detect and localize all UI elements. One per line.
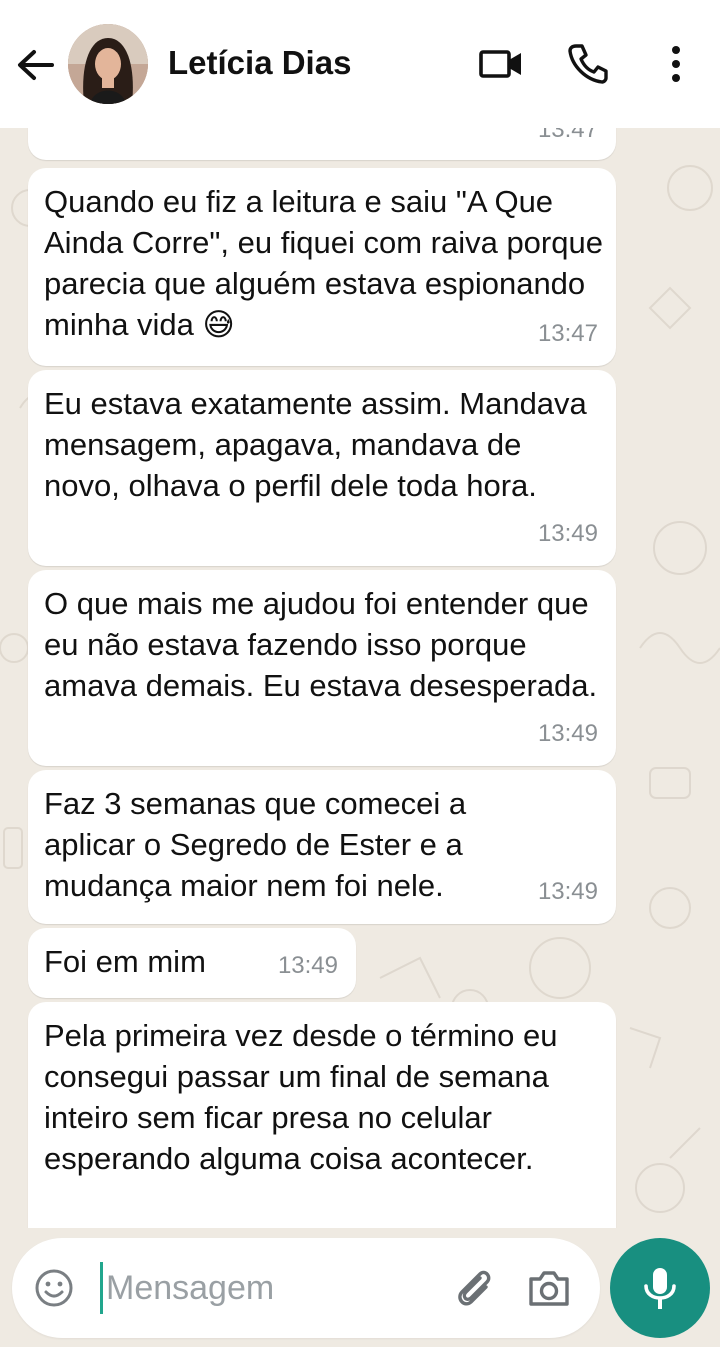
- avatar[interactable]: [68, 24, 148, 104]
- message-time: 13:49: [537, 878, 598, 905]
- message-time: 13:49: [537, 720, 598, 747]
- text-cursor: [100, 1262, 103, 1314]
- voice-call-icon[interactable]: [566, 42, 610, 86]
- message-text: O que mais me ajudou foi entender que eu…: [44, 586, 598, 703]
- microphone-button[interactable]: [610, 1238, 710, 1338]
- video-call-icon[interactable]: [478, 44, 524, 84]
- message-bubble[interactable]: 13:47: [28, 128, 616, 160]
- back-arrow-icon[interactable]: [14, 44, 56, 86]
- microphone-icon: [644, 1268, 676, 1309]
- message-time: 13:49: [277, 952, 338, 979]
- message-bubble[interactable]: Quando eu fiz a leitura e saiu "A Que Ai…: [28, 168, 616, 366]
- message-bubble[interactable]: O que mais me ajudou foi entender que eu…: [28, 570, 616, 766]
- message-input[interactable]: [106, 1258, 436, 1318]
- message-text: Faz 3 semanas que comecei a aplicar o Se…: [44, 786, 467, 903]
- message-time: 13:47: [537, 320, 598, 347]
- contact-name[interactable]: Letícia Dias: [168, 44, 351, 82]
- message-text: Quando eu fiz a leitura e saiu "A Que Ai…: [44, 184, 603, 342]
- message-bubble[interactable]: Eu estava exatamente assim. Mandava mens…: [28, 370, 616, 566]
- chat-area[interactable]: 13:47 Quando eu fiz a leitura e saiu "A …: [0, 128, 720, 1228]
- chat-header: Letícia Dias: [0, 0, 720, 128]
- emoji-icon[interactable]: [34, 1268, 74, 1308]
- message-text: Eu estava exatamente assim. Mandava mens…: [44, 386, 587, 503]
- message-text: Pela primeira vez desde o término eu con…: [44, 1018, 558, 1176]
- message-time: 13:49: [537, 520, 598, 547]
- message-composer: [12, 1238, 600, 1338]
- message-time: 13:47: [537, 128, 598, 143]
- message-bubble[interactable]: Pela primeira vez desde o término eu con…: [28, 1002, 616, 1228]
- more-options-icon[interactable]: [664, 44, 688, 84]
- message-bubble[interactable]: Faz 3 semanas que comecei a aplicar o Se…: [28, 770, 616, 924]
- message-bubble[interactable]: Foi em mim 13:49: [28, 928, 356, 998]
- attach-icon[interactable]: [450, 1264, 498, 1312]
- message-text: Foi em mim: [44, 944, 206, 979]
- camera-icon[interactable]: [526, 1266, 572, 1310]
